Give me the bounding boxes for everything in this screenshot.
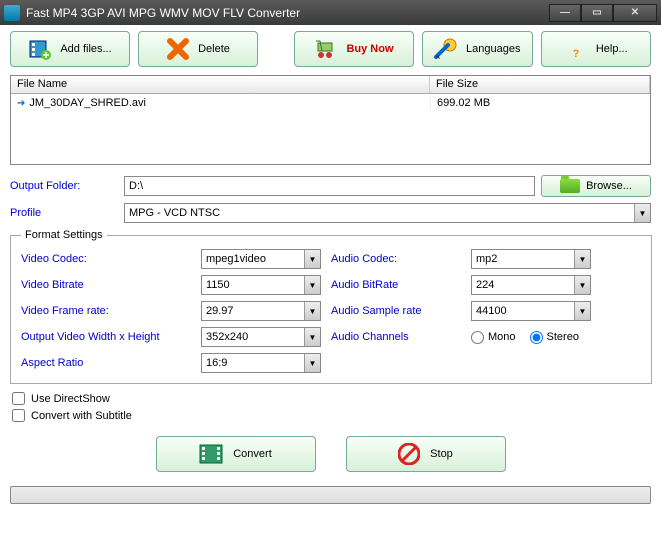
stereo-radio[interactable]: Stereo [530,331,579,344]
app-icon [4,5,20,21]
stop-icon [398,443,420,465]
video-framerate-select[interactable]: 29.97▼ [201,301,321,321]
audio-sample-select[interactable]: 44100▼ [471,301,591,321]
browse-button[interactable]: Browse... [541,175,651,197]
file-list[interactable]: File Name File Size ➔ JM_30DAY_SHRED.avi… [10,75,651,165]
directshow-label: Use DirectShow [31,393,110,405]
help-label: Help... [596,43,628,55]
video-framerate-label: Video Frame rate: [21,305,201,317]
film-add-icon [28,37,52,61]
delete-label: Delete [198,43,230,55]
chevron-down-icon: ▼ [574,302,590,320]
chevron-down-icon: ▼ [634,204,650,222]
file-size-cell: 699.02 MB [430,96,650,110]
help-icon: ? [564,37,588,61]
audio-channels-label: Audio Channels [331,331,471,343]
toolbar: Add files... Delete Buy Now Languages ? … [10,31,651,67]
convert-button[interactable]: Convert [156,436,316,472]
chevron-down-icon: ▼ [574,250,590,268]
file-name-cell: JM_30DAY_SHRED.avi [29,97,146,109]
film-icon [199,444,223,464]
output-folder-input[interactable] [124,176,535,196]
video-size-select[interactable]: 352x240▼ [201,327,321,347]
mono-radio[interactable]: Mono [471,331,516,344]
subtitle-checkbox[interactable] [12,409,25,422]
col-filename[interactable]: File Name [11,76,430,93]
col-filesize[interactable]: File Size [430,76,650,93]
audio-bitrate-select[interactable]: 224▼ [471,275,591,295]
progress-bar [10,486,651,504]
chevron-down-icon: ▼ [304,354,320,372]
video-size-label: Output Video Width x Height [21,331,201,343]
languages-label: Languages [466,43,520,55]
add-files-label: Add files... [60,43,111,55]
close-button[interactable]: ✕ [613,4,657,22]
chevron-down-icon: ▼ [304,328,320,346]
maximize-button[interactable]: ▭ [581,4,613,22]
subtitle-label: Convert with Subtitle [31,410,132,422]
audio-codec-select[interactable]: mp2▼ [471,249,591,269]
pen-globe-icon [434,37,458,61]
convert-label: Convert [233,448,272,460]
stop-label: Stop [430,448,453,460]
video-codec-label: Video Codec: [21,253,201,265]
audio-bitrate-label: Audio BitRate [331,279,471,291]
file-list-header: File Name File Size [11,76,650,94]
file-row[interactable]: ➔ JM_30DAY_SHRED.avi 699.02 MB [11,94,650,112]
format-settings-group: Format Settings Video Codec: mpeg1video▼… [10,229,652,384]
titlebar: Fast MP4 3GP AVI MPG WMV MOV FLV Convert… [0,0,661,25]
chevron-down-icon: ▼ [574,276,590,294]
add-files-button[interactable]: Add files... [10,31,130,67]
languages-button[interactable]: Languages [422,31,533,67]
buy-now-label: Buy Now [346,43,393,55]
aspect-ratio-select[interactable]: 16:9▼ [201,353,321,373]
help-button[interactable]: ? Help... [541,31,652,67]
cart-icon [314,37,338,61]
svg-text:?: ? [572,48,579,60]
profile-select[interactable]: MPG - VCD NTSC ▼ [124,203,651,223]
stop-button[interactable]: Stop [346,436,506,472]
video-bitrate-select[interactable]: 1150▼ [201,275,321,295]
chevron-down-icon: ▼ [304,276,320,294]
profile-value: MPG - VCD NTSC [129,207,220,219]
video-bitrate-label: Video Bitrate [21,279,201,291]
aspect-ratio-label: Aspect Ratio [21,357,201,369]
audio-codec-label: Audio Codec: [331,253,471,265]
chevron-down-icon: ▼ [304,250,320,268]
output-folder-label: Output Folder: [10,180,118,192]
window-title: Fast MP4 3GP AVI MPG WMV MOV FLV Convert… [26,6,549,20]
profile-label: Profile [10,207,118,219]
directshow-checkbox[interactable] [12,392,25,405]
folder-icon [560,179,580,193]
video-codec-select[interactable]: mpeg1video▼ [201,249,321,269]
delete-x-icon [166,37,190,61]
delete-button[interactable]: Delete [138,31,258,67]
browse-label: Browse... [586,180,632,192]
chevron-down-icon: ▼ [304,302,320,320]
buy-now-button[interactable]: Buy Now [294,31,414,67]
file-arrow-icon: ➔ [17,98,25,109]
minimize-button[interactable]: — [549,4,581,22]
audio-sample-label: Audio Sample rate [331,305,471,317]
format-legend: Format Settings [21,229,107,241]
